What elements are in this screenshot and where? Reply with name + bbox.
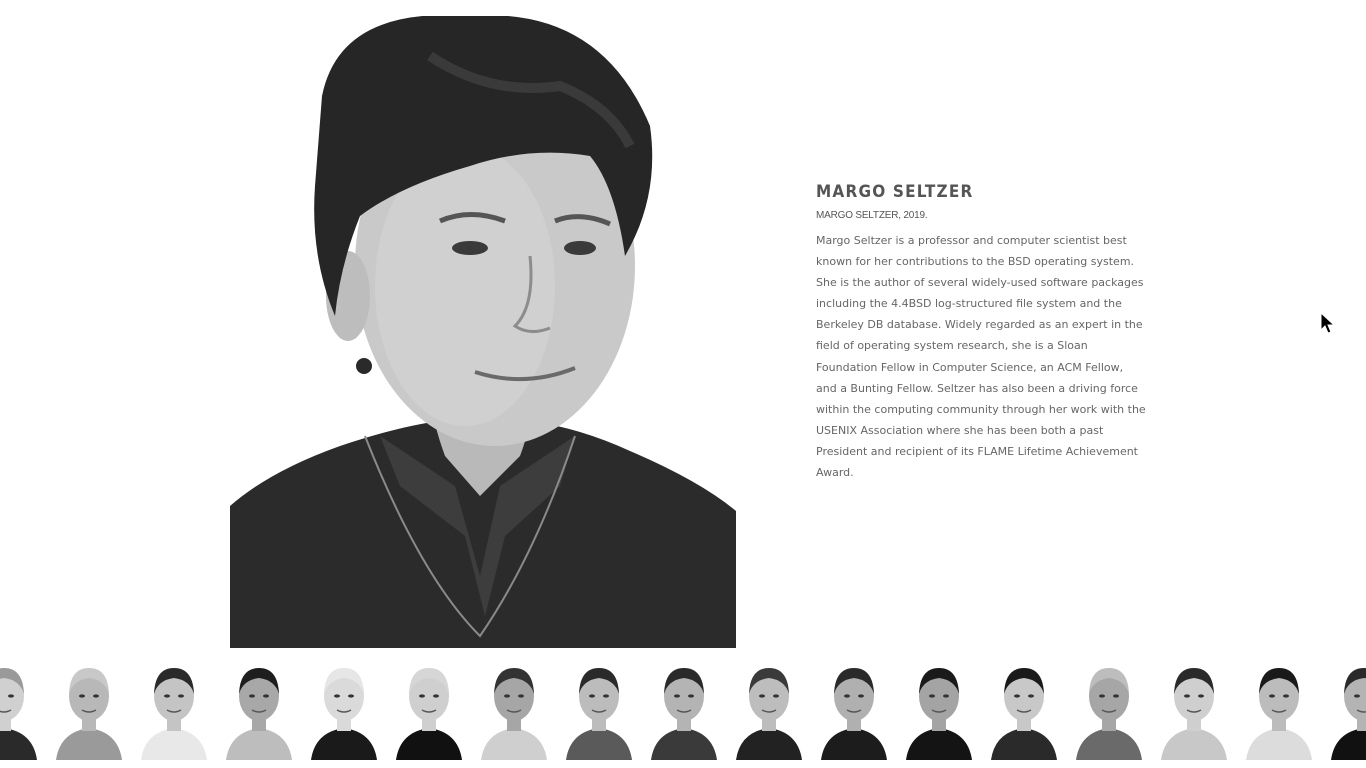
portrait-thumbnail[interactable] — [390, 660, 468, 760]
portrait-image — [230, 16, 736, 648]
portrait-thumbnail[interactable] — [220, 660, 298, 760]
portrait-thumbnail[interactable] — [730, 660, 808, 760]
portrait-thumbnail[interactable] — [1155, 660, 1233, 760]
portrait-thumbnail[interactable] — [815, 660, 893, 760]
bio-panel: MARGO SELTZER MARGO SELTZER, 2019. Margo… — [816, 180, 1146, 483]
main-portrait — [230, 16, 736, 648]
portrait-thumbnail[interactable] — [1240, 660, 1318, 760]
portrait-thumbnail[interactable] — [0, 660, 43, 760]
portrait-thumbnail[interactable] — [475, 660, 553, 760]
bio-text: Margo Seltzer is a professor and compute… — [816, 234, 1146, 480]
person-name: MARGO SELTZER — [816, 182, 974, 202]
portrait-thumbnail[interactable] — [305, 660, 383, 760]
portrait-thumbnail[interactable] — [1325, 660, 1366, 760]
mouse-cursor-icon — [1320, 312, 1336, 334]
portrait-thumbnail[interactable] — [985, 660, 1063, 760]
portrait-thumbnail[interactable] — [50, 660, 128, 760]
photo-caption: MARGO SELTZER, 2019. — [816, 210, 928, 221]
portrait-thumbnail[interactable] — [1070, 660, 1148, 760]
portrait-thumbnail[interactable] — [560, 660, 638, 760]
portrait-thumbnail[interactable] — [900, 660, 978, 760]
portrait-thumbnail[interactable] — [645, 660, 723, 760]
thumbnail-strip[interactable] — [0, 660, 1366, 768]
portrait-thumbnail[interactable] — [135, 660, 213, 760]
page: MARGO SELTZER MARGO SELTZER, 2019. Margo… — [0, 0, 1366, 768]
